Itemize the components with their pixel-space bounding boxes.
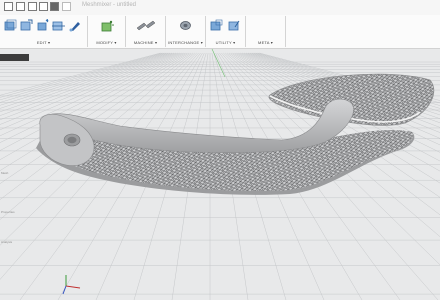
side-panel-item[interactable]: Analysis	[1, 240, 12, 244]
tool-bits-icon[interactable]	[135, 19, 157, 32]
brush-icon[interactable]	[68, 19, 81, 32]
ribbon-group-machine[interactable]: MACHINE ▾	[126, 16, 166, 47]
hub-bore-inner	[67, 136, 77, 144]
ribbon-group-interchange[interactable]: INTERCHANGE ▾	[166, 16, 206, 47]
side-panel-item[interactable]: Properties	[1, 210, 15, 214]
cube-measure-icon[interactable]	[228, 19, 241, 32]
sparkle-icon[interactable]	[100, 19, 115, 32]
ribbon-group-meta[interactable]: META ▾	[246, 16, 286, 47]
cylinder-icon[interactable]	[179, 19, 192, 32]
cube-select-icon[interactable]	[4, 19, 17, 32]
side-panel-item[interactable]: Mesh	[1, 171, 8, 175]
ribbon-group-label: META ▾	[258, 40, 273, 45]
ribbon-group-label: INTERCHANGE ▾	[168, 40, 203, 45]
ribbon-group-label: MACHINE ▾	[133, 40, 158, 45]
ribbon-group-modify[interactable]: MODIFY ▾	[88, 16, 126, 47]
ribbon-group-label: EDIT ▾	[36, 40, 51, 45]
axis-triad-icon	[62, 275, 81, 295]
window-title: Meshmixer - untitled	[82, 2, 137, 8]
folder-icon[interactable]	[16, 2, 25, 11]
ribbon-group-utility[interactable]: UTILITY ▾	[206, 16, 246, 47]
cube-utility-icon[interactable]	[210, 19, 223, 32]
cube-plane-icon[interactable]	[52, 19, 65, 32]
file-icon[interactable]	[4, 2, 13, 11]
save-icon[interactable]	[50, 2, 59, 11]
cube-move-icon[interactable]	[20, 19, 33, 32]
copy-icon[interactable]	[39, 2, 48, 11]
3d-viewport[interactable]	[0, 49, 440, 300]
ribbon-group-label: MODIFY ▾	[96, 40, 117, 45]
ribbon-group-label: UTILITY ▾	[215, 40, 236, 45]
ribbon-group-edit[interactable]: EDIT ▾	[0, 16, 88, 47]
ribbon-toolbar: EDIT ▾ MODIFY ▾ MACHINE ▾ INTERCHANGE ▾ …	[0, 15, 440, 49]
cube-transform-icon[interactable]	[36, 19, 49, 32]
new-icon[interactable]	[28, 2, 37, 11]
app-window: Meshmixer - untitled EDIT ▾ MODIFY ▾ MAC…	[0, 0, 440, 300]
settings-icon[interactable]	[62, 2, 71, 11]
title-bar: Meshmixer - untitled	[0, 0, 440, 15]
panel-header-bar[interactable]	[0, 54, 29, 61]
